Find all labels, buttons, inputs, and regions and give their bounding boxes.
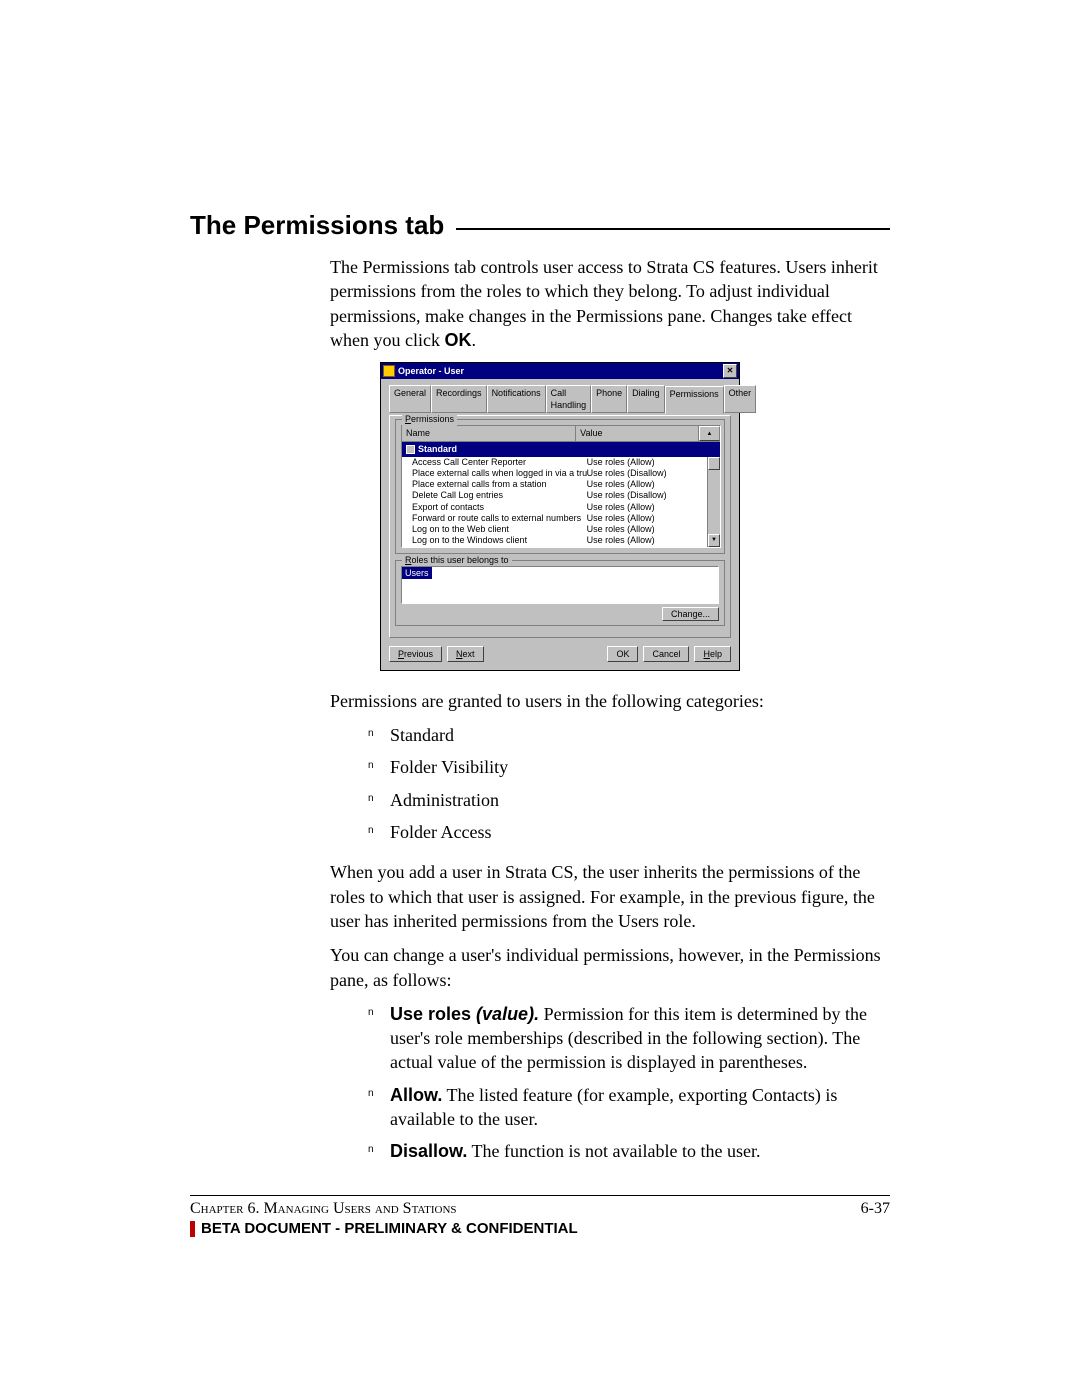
- perm-value: Use roles (Allow): [587, 457, 707, 468]
- permissions-table: Name Value ▲ Standard: [401, 425, 721, 547]
- perm-value: Use roles (Disallow): [587, 468, 707, 479]
- heading-rule: [456, 228, 890, 230]
- permissions-groupbox: Permissions Name Value ▲ Standard: [395, 419, 725, 553]
- category-row-standard[interactable]: Standard: [402, 442, 720, 456]
- options-list: Use roles (value). Permission for this i…: [330, 1002, 890, 1164]
- perm-name: Export of contacts: [412, 502, 587, 513]
- opt-ital: (value).: [476, 1004, 539, 1024]
- collapse-icon: [406, 445, 415, 454]
- app-icon: [383, 365, 395, 377]
- perm-row[interactable]: Delete Call Log entriesUse roles (Disall…: [402, 490, 707, 501]
- change-button[interactable]: Change...: [662, 607, 719, 621]
- intro-ok: OK: [444, 330, 471, 350]
- roles-listbox[interactable]: Users: [401, 566, 719, 604]
- tab-permissions[interactable]: Permissions: [665, 386, 724, 414]
- col-header-name[interactable]: Name: [402, 426, 576, 441]
- tab-recordings[interactable]: Recordings: [431, 385, 487, 413]
- tab-general[interactable]: General: [389, 385, 431, 413]
- dialog-title: Operator - User: [398, 365, 464, 377]
- footer-page-number: 6-37: [861, 1200, 890, 1218]
- opt-bold: Disallow.: [390, 1141, 467, 1161]
- dialog-screenshot: Operator - User ✕ General Recordings Not…: [380, 362, 740, 671]
- footer-chapter: Chapter 6. Managing Users and Stations: [190, 1200, 457, 1218]
- perm-row[interactable]: Place external calls when logged in via …: [402, 468, 707, 479]
- role-item-users[interactable]: Users: [402, 567, 432, 579]
- perm-value: Use roles (Allow): [587, 524, 707, 535]
- list-item: Folder Access: [368, 820, 890, 844]
- scroll-up-icon[interactable]: ▲: [699, 426, 720, 441]
- list-item: Administration: [368, 788, 890, 812]
- dialog-titlebar: Operator - User ✕: [381, 363, 739, 379]
- permission-rows: Access Call Center ReporterUse roles (Al…: [402, 457, 707, 547]
- perm-value: Use roles (Allow): [587, 502, 707, 513]
- perm-name: Place external calls when logged in via …: [412, 468, 587, 479]
- perm-name: Log on to the Web client: [412, 524, 587, 535]
- permissions-legend: Permissions: [402, 413, 457, 425]
- ok-button[interactable]: OK: [607, 646, 638, 662]
- list-item: Standard: [368, 723, 890, 747]
- tabs-row: General Recordings Notifications Call Ha…: [389, 385, 731, 413]
- list-item: Use roles (value). Permission for this i…: [368, 1002, 890, 1075]
- perm-value: Use roles (Allow): [587, 513, 707, 524]
- roles-groupbox: Roles this user belongs to Users Change.…: [395, 560, 725, 626]
- list-item: Folder Visibility: [368, 755, 890, 779]
- intro-text-end: .: [471, 330, 476, 350]
- opt-bold: Allow.: [390, 1085, 442, 1105]
- tab-notifications[interactable]: Notifications: [487, 385, 546, 413]
- inherit-paragraph: When you add a user in Strata CS, the us…: [330, 860, 890, 933]
- perm-value: Use roles (Allow): [587, 479, 707, 490]
- list-item: Allow. The listed feature (for example, …: [368, 1083, 890, 1132]
- footer-bar-icon: [190, 1221, 195, 1237]
- categories-list: Standard Folder Visibility Administratio…: [330, 723, 890, 844]
- roles-legend: Roles this user belongs to: [402, 554, 512, 566]
- opt-rest: The listed feature (for example, exporti…: [390, 1085, 837, 1129]
- page-footer: Chapter 6. Managing Users and Stations 6…: [190, 1195, 890, 1237]
- perm-row[interactable]: Forward or route calls to external numbe…: [402, 513, 707, 524]
- perm-name: Log on to the Windows client: [412, 535, 587, 546]
- intro-paragraph: The Permissions tab controls user access…: [330, 255, 890, 352]
- perm-row[interactable]: Place external calls from a stationUse r…: [402, 479, 707, 490]
- opt-bold: Use roles: [390, 1004, 476, 1024]
- col-header-value[interactable]: Value: [576, 426, 699, 441]
- categories-intro: Permissions are granted to users in the …: [330, 689, 890, 713]
- perm-value: Use roles (Allow): [587, 535, 707, 546]
- section-heading: The Permissions tab: [190, 210, 444, 241]
- next-button[interactable]: Next: [447, 646, 484, 662]
- perm-row[interactable]: Log on to the Windows clientUse roles (A…: [402, 535, 707, 546]
- scroll-down-icon[interactable]: ▼: [708, 534, 720, 547]
- cancel-button[interactable]: Cancel: [643, 646, 689, 662]
- footer-beta-text: BETA DOCUMENT - PRELIMINARY & CONFIDENTI…: [201, 1220, 578, 1237]
- perm-value: Use roles (Disallow): [587, 490, 707, 501]
- close-icon[interactable]: ✕: [723, 364, 737, 378]
- tab-dialing[interactable]: Dialing: [627, 385, 665, 413]
- intro-text-1: The Permissions tab controls user access…: [330, 257, 878, 350]
- perm-row[interactable]: Access Call Center ReporterUse roles (Al…: [402, 457, 707, 468]
- change-paragraph: You can change a user's individual permi…: [330, 943, 890, 992]
- opt-rest: The function is not available to the use…: [467, 1141, 760, 1161]
- vertical-scrollbar[interactable]: ▼: [707, 457, 720, 547]
- help-button[interactable]: Help: [694, 646, 731, 662]
- category-label: Standard: [418, 443, 457, 455]
- previous-button[interactable]: Previous: [389, 646, 442, 662]
- perm-name: Access Call Center Reporter: [412, 457, 587, 468]
- perm-name: Forward or route calls to external numbe…: [412, 513, 587, 524]
- perm-name: Delete Call Log entries: [412, 490, 587, 501]
- scroll-thumb[interactable]: [708, 457, 720, 470]
- list-item: Disallow. The function is not available …: [368, 1139, 890, 1163]
- perm-row[interactable]: Log on to the Web clientUse roles (Allow…: [402, 524, 707, 535]
- tab-other[interactable]: Other: [724, 385, 757, 413]
- tab-phone[interactable]: Phone: [591, 385, 627, 413]
- tab-call-handling[interactable]: Call Handling: [546, 385, 592, 413]
- perm-row[interactable]: Export of contactsUse roles (Allow): [402, 502, 707, 513]
- perm-name: Place external calls from a station: [412, 479, 587, 490]
